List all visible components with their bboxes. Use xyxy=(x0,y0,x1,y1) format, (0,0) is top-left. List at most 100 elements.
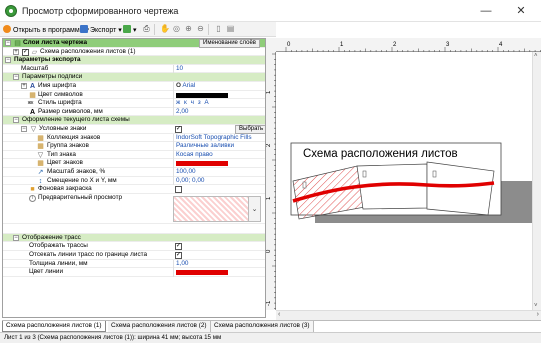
horizontal-ruler: 0 1 2 3 4 xyxy=(276,38,541,52)
expand-icon[interactable]: + xyxy=(21,83,27,89)
symbols-row[interactable]: − ▽ Условные знаки ✓ Выбрать xyxy=(3,125,265,134)
chevron-down-icon[interactable]: ⌄ xyxy=(248,196,260,221)
expand-icon[interactable]: + xyxy=(13,48,19,55)
ruler-h-4: 4 xyxy=(499,42,503,48)
group-row[interactable]: ▦ Группа знаков Различные заливки xyxy=(3,142,265,151)
tab-sheet-2[interactable]: Схема расположения листов (2) xyxy=(108,321,211,332)
offset-value[interactable]: 0,00; 0,00 xyxy=(173,176,265,186)
group-icon: ▦ xyxy=(37,143,44,151)
collection-icon: ▦ xyxy=(37,134,44,142)
drawing-canvas[interactable]: Схема расположения листов xyxy=(277,53,532,309)
symbol-size-row[interactable]: A Размер символов, мм 2,00 xyxy=(3,107,265,117)
page-setup-icon[interactable]: ▯ xyxy=(214,24,223,34)
symbol-size-label: Размер символов, мм xyxy=(38,107,103,115)
sheet-1-marker xyxy=(302,181,307,189)
font-name-row[interactable]: + A Имя шрифта O Arial xyxy=(3,82,265,91)
hatch-preview[interactable]: ⌄ xyxy=(173,195,261,222)
symbol-size-value[interactable]: 2,00 xyxy=(173,107,265,117)
bg-fill-row[interactable]: ■ Фоновая закраска xyxy=(3,185,265,194)
fill-icon: ■ xyxy=(30,186,35,194)
print-icon[interactable]: ⎙ xyxy=(142,24,151,34)
info-icon: i xyxy=(29,194,36,202)
zoom-fit-icon[interactable]: ◎ xyxy=(172,24,181,34)
scale-value[interactable]: 10 xyxy=(173,64,265,74)
hand-pan-icon[interactable]: ✋ xyxy=(160,24,170,34)
type-row[interactable]: ▽ Тип знака Косая право xyxy=(3,150,265,160)
clip-routes-row[interactable]: Отсекать линии трасс по границе листа ✓ xyxy=(3,251,265,260)
caption-params-category[interactable]: − Параметры подписи xyxy=(3,73,265,82)
close-button[interactable]: ✕ xyxy=(510,3,532,19)
bg-fill-checkbox[interactable] xyxy=(175,186,182,194)
export-button[interactable]: Экспорт ▾ xyxy=(80,25,122,35)
offset-row[interactable]: ↕ Смещение по X и Y, мм 0,00; 0,00 xyxy=(3,176,265,186)
font-size-icon: A xyxy=(29,108,36,116)
font-name-label: Имя шрифта xyxy=(38,82,77,89)
routes-display-category[interactable]: − Отображение трасс xyxy=(3,233,265,243)
scroll-down-icon[interactable]: ˅ xyxy=(534,303,538,309)
zoom-in-icon[interactable]: ⊕ xyxy=(184,24,193,34)
show-routes-row[interactable]: Отображать трассы ✓ xyxy=(3,242,265,251)
scroll-up-icon[interactable]: ˄ xyxy=(534,53,538,59)
layers-header: Слои листа чертежа xyxy=(23,39,88,46)
vertical-scrollbar[interactable]: ˄ ˅ xyxy=(532,52,541,310)
font-style-icon: жк xyxy=(27,100,34,107)
font-style-value[interactable]: ж к ч з А xyxy=(173,99,265,108)
type-value[interactable]: Косая право xyxy=(173,150,265,160)
sheet-settings-icon[interactable]: ▤ xyxy=(226,24,235,34)
open-in-program-label: Открыть в программе xyxy=(13,27,84,34)
caption-params-label: Параметры подписи xyxy=(22,73,83,81)
collapse-icon[interactable]: − xyxy=(13,234,19,241)
choose-button[interactable]: Выбрать xyxy=(235,125,265,134)
sheet-style-category[interactable]: − Оформление текущего листа схемы xyxy=(3,116,265,125)
open-in-program-button[interactable]: Открыть в программе ▾ xyxy=(3,25,89,35)
color-palette-icon: ▦ xyxy=(29,91,36,99)
type-icon: ▽ xyxy=(37,151,44,159)
horizontal-scrollbar[interactable]: ‹ › xyxy=(276,310,541,320)
collapse-icon[interactable]: − xyxy=(21,126,27,132)
scale-row[interactable]: Масштаб 10 xyxy=(3,64,265,74)
layer-item-row[interactable]: + ✓ ▱ Схема расположения листов (1) xyxy=(3,48,265,57)
scroll-left-icon[interactable]: ‹ xyxy=(278,311,280,318)
collapse-icon[interactable]: − xyxy=(13,74,19,81)
black-swatch xyxy=(176,92,228,98)
tab-sheet-3[interactable]: Схема расположения листов (3) xyxy=(211,321,314,332)
layers-header-row[interactable]: − ▤ Слои листа чертежа Именование слоёв xyxy=(3,39,265,48)
zoom-out-icon[interactable]: ⊖ xyxy=(196,24,205,34)
clip-routes-label: Отсекать линии трасс по границе листа xyxy=(29,251,148,258)
ruler-h-0: 0 xyxy=(287,42,291,48)
collection-row[interactable]: ▦ Коллекция знаков IndorSoft Topographic… xyxy=(3,133,265,143)
export-params-category[interactable]: − Параметры экспорта xyxy=(3,56,265,65)
font-style-row[interactable]: жк Стиль шрифта ж к ч з А xyxy=(3,99,265,108)
minimize-button[interactable]: — xyxy=(475,3,497,19)
line-width-row[interactable]: Толщина линии, мм 1,00 xyxy=(3,259,265,269)
export-options-icon xyxy=(123,25,131,33)
collapse-icon[interactable]: − xyxy=(5,40,11,46)
sym-scale-value[interactable]: 100,00 xyxy=(173,168,265,177)
sheet-style-label: Оформление текущего листа схемы xyxy=(22,116,130,124)
symbol-color2-value[interactable] xyxy=(173,159,265,168)
line-width-value[interactable]: 1,00 xyxy=(173,259,265,269)
tab-sheet-1[interactable]: Схема расположения листов (1) xyxy=(2,321,106,332)
scale-label: Масштаб xyxy=(21,64,49,72)
symbols-checkbox[interactable]: ✓ xyxy=(175,126,182,133)
export-options-button[interactable]: ▾ xyxy=(123,25,137,35)
layer-naming-button[interactable]: Именование слоёв xyxy=(199,39,260,48)
font-name-value[interactable]: O Arial xyxy=(173,82,265,91)
symbol-color-value[interactable] xyxy=(173,90,265,100)
sym-scale-row[interactable]: ↗ Масштаб знаков, % 100,00 xyxy=(3,168,265,177)
filter-icon: ▽ xyxy=(30,126,37,133)
clip-routes-checkbox[interactable]: ✓ xyxy=(175,252,182,259)
scroll-right-icon[interactable]: › xyxy=(537,311,539,318)
line-color-value[interactable] xyxy=(173,268,265,277)
title-bar: Просмотр сформированного чертежа — ✕ xyxy=(0,0,541,22)
collapse-icon[interactable]: − xyxy=(13,117,19,124)
layer-visible-checkbox[interactable]: ✓ xyxy=(22,48,29,56)
line-color-row[interactable]: Цвет линии xyxy=(3,268,265,277)
symbol-color-row[interactable]: ▦ Цвет символов xyxy=(3,90,265,100)
collapse-icon[interactable]: − xyxy=(5,57,11,64)
sheet-tabs: Схема расположения листов (1) Схема расп… xyxy=(2,320,541,332)
group-value[interactable]: Различные заливки xyxy=(173,142,265,151)
show-routes-checkbox[interactable]: ✓ xyxy=(175,243,182,251)
symbol-color2-row[interactable]: ▦ Цвет знаков xyxy=(3,159,265,168)
collection-value[interactable]: IndorSoft Topographic Fills xyxy=(173,133,265,143)
